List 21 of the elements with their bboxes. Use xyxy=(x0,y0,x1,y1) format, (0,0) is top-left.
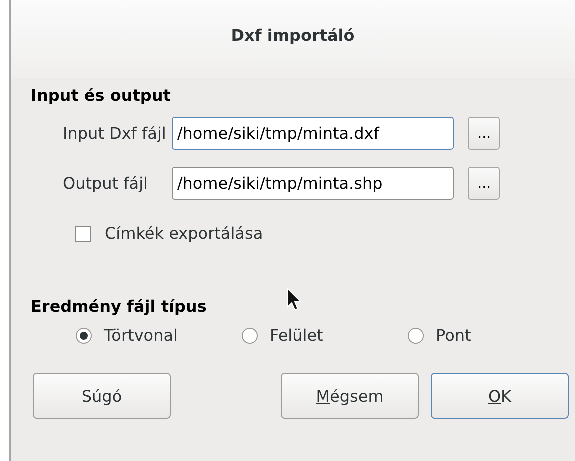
radio-button[interactable] xyxy=(242,328,258,344)
field-label: Output fájl xyxy=(63,174,149,193)
dialog-button[interactable]: Mégsem xyxy=(281,373,419,419)
dialog-button[interactable]: Súgó xyxy=(33,373,171,419)
field-label: Input Dxf fájl xyxy=(63,124,166,143)
checkbox[interactable] xyxy=(75,226,91,242)
dialog-button[interactable]: OK xyxy=(431,373,569,419)
path-field[interactable]: /home/siki/tmp/minta.dxf xyxy=(172,117,454,150)
section-heading: Input és output xyxy=(31,86,171,105)
radio-button[interactable] xyxy=(76,328,92,344)
radio-label: Törtvonal xyxy=(104,326,178,345)
radio-label: Pont xyxy=(436,326,472,345)
radio-button[interactable] xyxy=(408,328,424,344)
mouse-cursor-icon xyxy=(287,288,303,312)
browse-button[interactable]: ... xyxy=(468,167,500,200)
window-title: Dxf importáló xyxy=(231,26,355,44)
browse-button[interactable]: ... xyxy=(468,117,500,150)
radio-label: Felület xyxy=(270,326,324,345)
path-field[interactable]: /home/siki/tmp/minta.shp xyxy=(172,167,454,200)
section-heading: Eredmény fájl típus xyxy=(31,297,207,316)
checkbox-label: Címkék exportálása xyxy=(105,224,264,243)
